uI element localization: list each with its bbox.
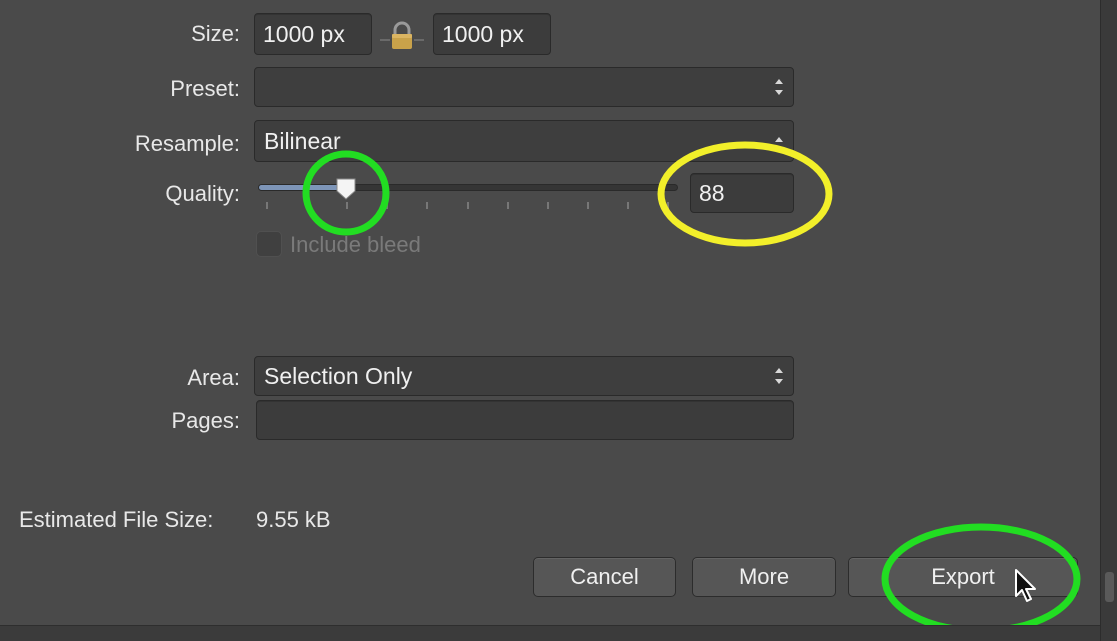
export-button[interactable]: Export (848, 557, 1078, 597)
file-size-value: 9.55 kB (256, 507, 331, 532)
file-size-label: Estimated File Size: (19, 507, 214, 532)
more-button[interactable]: More (692, 557, 836, 597)
width-field[interactable]: 1000 px (254, 13, 372, 55)
window-edge (1100, 0, 1117, 641)
area-label: Area: (187, 365, 240, 390)
area-value: Selection Only (264, 362, 413, 389)
padlock-icon[interactable] (380, 20, 424, 54)
quality-slider-track[interactable] (258, 184, 678, 191)
resample-label: Resample: (134, 131, 240, 156)
up-down-arrows-icon (775, 368, 783, 384)
pages-field[interactable] (256, 400, 794, 440)
resample-value: Bilinear (264, 127, 341, 154)
dialog-bottom-edge (0, 625, 1100, 641)
preset-label: Preset: (170, 76, 240, 101)
quality-value: 88 (699, 179, 725, 206)
include-bleed-label: Include bleed (290, 232, 421, 257)
quality-slider-fill (259, 185, 347, 190)
include-bleed-checkbox[interactable] (256, 231, 282, 257)
preset-popup[interactable] (254, 67, 794, 107)
quality-slider-thumb[interactable] (335, 177, 357, 201)
up-down-arrows-icon (775, 79, 783, 95)
mouse-pointer-icon (1015, 569, 1036, 602)
slider-ticks (266, 202, 669, 209)
up-arrow-icon (775, 137, 783, 142)
export-button-label: Export (931, 564, 995, 589)
pages-label: Pages: (171, 408, 241, 433)
resample-popup[interactable]: Bilinear (254, 120, 794, 162)
cancel-button[interactable]: Cancel (533, 557, 676, 597)
window-edge-handle (1105, 572, 1114, 602)
area-popup[interactable]: Selection Only (254, 356, 794, 396)
export-dialog: Size: 1000 px 1000 px Preset: Resample: … (0, 0, 1117, 641)
quality-value-field[interactable]: 88 (690, 173, 794, 213)
height-field[interactable]: 1000 px (433, 13, 551, 55)
size-label: Size: (191, 21, 240, 46)
quality-label: Quality: (165, 181, 240, 206)
width-value: 1000 px (263, 20, 345, 47)
height-value: 1000 px (442, 20, 524, 47)
